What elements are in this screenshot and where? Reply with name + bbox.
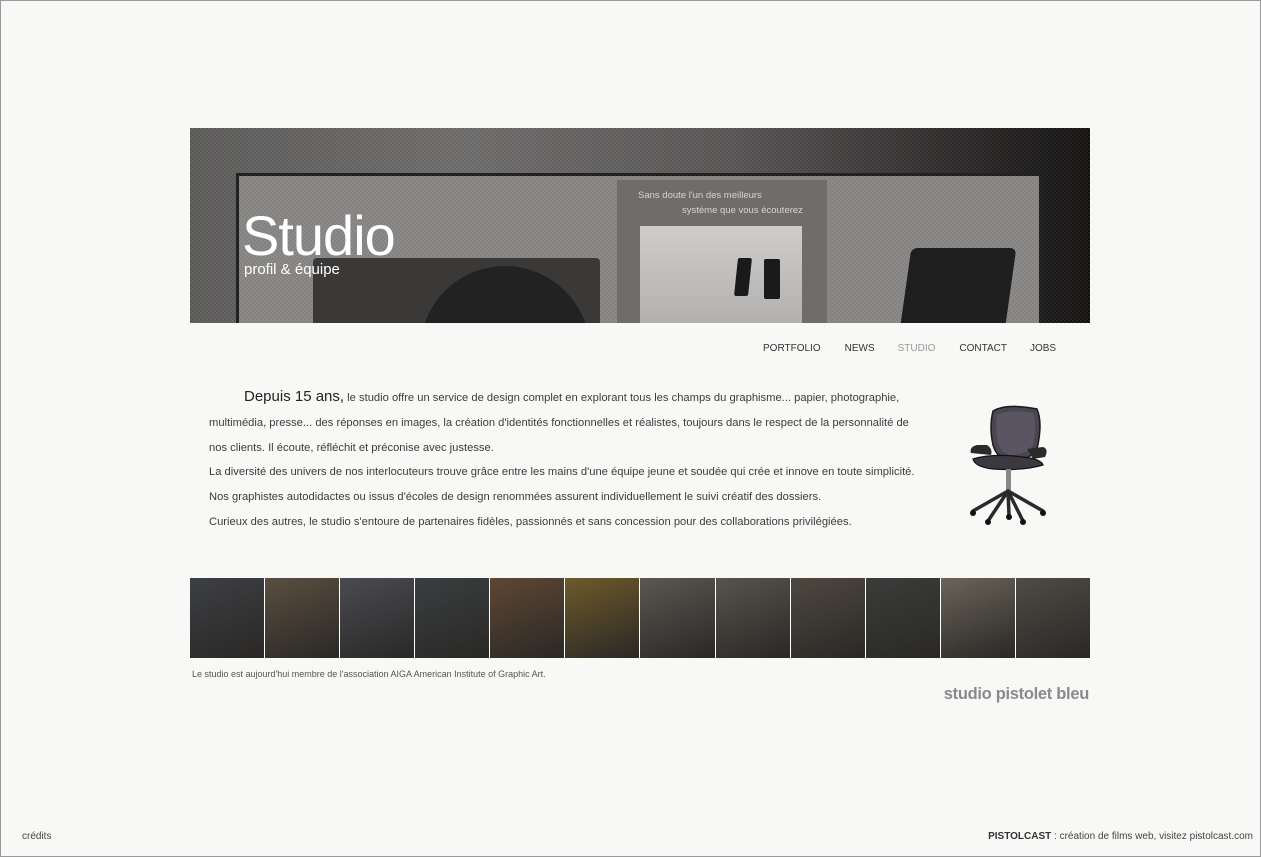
intro-paragraph-1: Depuis 15 ans, le studio offre un servic… (209, 385, 929, 460)
pistolcast-name[interactable]: PISTOLCAST (988, 831, 1051, 842)
mini-speaker-right (764, 259, 780, 299)
main-nav: PORTFOLIO NEWS STUDIO CONTACT JOBS (763, 343, 1056, 354)
brand-logo: studio pistolet bleu (943, 685, 1090, 703)
thumbnail-office-window[interactable] (190, 578, 265, 658)
thumbnail-desk-lamp-dusk[interactable] (340, 578, 415, 658)
nav-portfolio[interactable]: PORTFOLIO (763, 343, 821, 354)
thumbnail-desk-lamp[interactable] (865, 578, 940, 658)
hero-poster-photo (640, 226, 802, 323)
hero-poster-line1: Sans doute l'un des meilleurs (638, 190, 762, 201)
mini-speaker-left (734, 258, 752, 296)
thumbnail-team-people[interactable] (790, 578, 865, 658)
nav-contact[interactable]: CONTACT (959, 343, 1007, 354)
office-chair-image (970, 405, 1047, 525)
membership-note: Le studio est aujourd'hui membre de l'as… (192, 669, 546, 679)
pistolcast-text: : création de films web, visitez pistolc… (1051, 831, 1253, 842)
intro-lead: Depuis 15 ans, (244, 388, 345, 405)
hero-speaker-right (898, 248, 1017, 323)
thumbnail-monitor[interactable] (940, 578, 1015, 658)
intro-paragraph-3: Curieux des autres, le studio s'entoure … (209, 515, 852, 528)
thumbnail-desk-corner[interactable] (1015, 578, 1090, 658)
footer-pistolcast: PISTOLCAST : création de films web, visi… (988, 831, 1253, 842)
thumbnail-meeting-table[interactable] (640, 578, 715, 658)
photo-strip (190, 578, 1090, 658)
page-subtitle: profil & équipe (244, 261, 340, 278)
hero-poster-text: Sans doute l'un des meilleurs système qu… (638, 188, 838, 218)
nav-jobs[interactable]: JOBS (1030, 343, 1056, 354)
nav-studio[interactable]: STUDIO (898, 343, 936, 354)
hero-poster-line2: système que vous écouterez (682, 205, 803, 216)
hero-banner: Sans doute l'un des meilleurs système qu… (190, 128, 1090, 323)
credits-link[interactable]: crédits (22, 831, 51, 842)
nav-news[interactable]: NEWS (845, 343, 875, 354)
page-title: Studio (242, 204, 396, 267)
intro-paragraph-2: La diversité des univers de nos interloc… (209, 466, 915, 504)
thumbnail-workspace[interactable] (715, 578, 790, 658)
thumbnail-lamp-shade[interactable] (565, 578, 640, 658)
thumbnail-shelves[interactable] (415, 578, 490, 658)
intro-text: Depuis 15 ans, le studio offre un servic… (209, 385, 929, 535)
thumbnail-warm-room[interactable] (490, 578, 565, 658)
thumbnail-photo-frames[interactable] (265, 578, 340, 658)
